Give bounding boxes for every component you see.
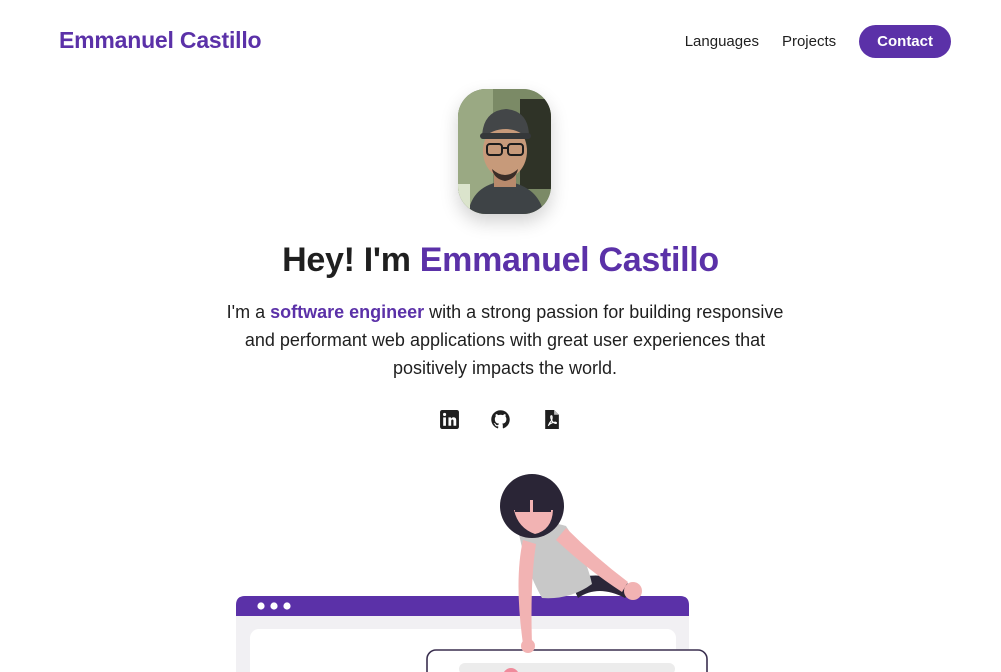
nav-languages-link[interactable]: Languages <box>685 33 759 50</box>
hero-title-prefix: Hey! I'm <box>282 241 420 279</box>
hero-intro: I'm a software engineer with a strong pa… <box>210 298 800 382</box>
profile-photo <box>458 89 551 214</box>
github-icon[interactable] <box>490 409 511 430</box>
linkedin-icon[interactable] <box>439 409 460 430</box>
nav-projects-link[interactable]: Projects <box>782 33 836 50</box>
social-links <box>0 409 1001 430</box>
hero-intro-prefix: I'm a <box>226 302 271 322</box>
hero-intro-accent: software engineer <box>270 302 425 322</box>
hero-illustration <box>236 474 708 672</box>
pdf-resume-icon[interactable] <box>541 409 562 430</box>
main-nav: Languages Projects Contact <box>685 25 951 58</box>
browser-window-illustration <box>236 596 708 672</box>
contact-button[interactable]: Contact <box>859 25 951 58</box>
profile-photo-image <box>458 89 551 214</box>
site-header: Emmanuel Castillo Languages Projects Con… <box>0 0 1001 84</box>
hero-title: Hey! I'm Emmanuel Castillo <box>0 241 1001 280</box>
brand-logo[interactable]: Emmanuel Castillo <box>59 27 262 54</box>
hero-title-name: Emmanuel Castillo <box>419 241 719 279</box>
